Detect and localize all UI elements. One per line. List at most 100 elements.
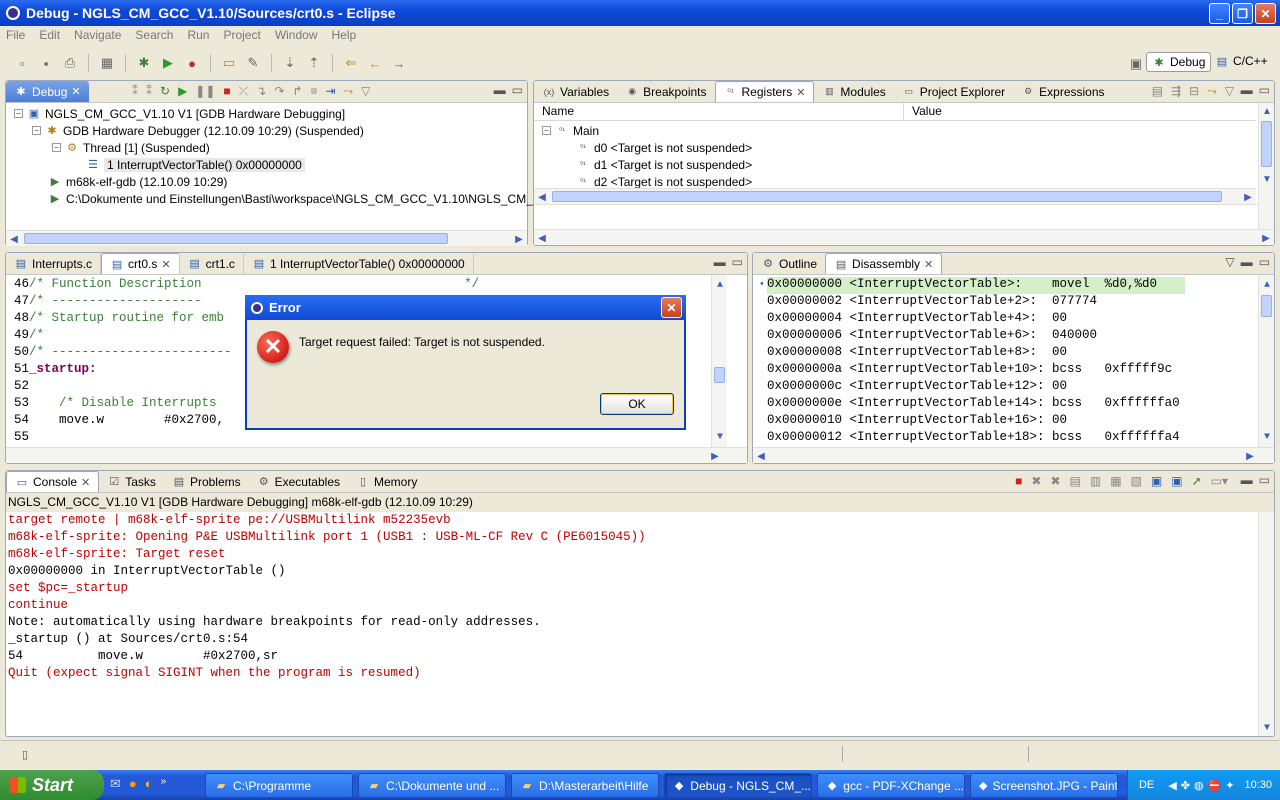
view-menu-icon[interactable]: ▽ xyxy=(1225,84,1234,99)
restore-button[interactable]: ❐ xyxy=(1232,3,1253,24)
debug-tree-node[interactable]: ▶ m68k-elf-gdb (12.10.09 10:29) xyxy=(48,173,228,190)
view-menu-icon[interactable]: ▽ xyxy=(1225,255,1234,269)
collapse-icon[interactable]: − xyxy=(32,126,41,135)
step-over-icon[interactable]: ↷ xyxy=(274,84,284,99)
menu-project[interactable]: Project xyxy=(223,28,260,42)
show-logical-structure-icon[interactable]: ⇶ xyxy=(1171,84,1181,99)
code-line[interactable]: 53 /* Disable Interrupts xyxy=(14,396,217,413)
disassembly-line[interactable]: 0x00000010 <InterruptVectorTable+16>: 00 xyxy=(767,413,1067,430)
show-stderr-icon[interactable]: ▧ xyxy=(1131,474,1142,488)
menu-run[interactable]: Run xyxy=(187,28,209,42)
tab-memory[interactable]: ▯ Memory xyxy=(348,471,425,492)
close-icon[interactable]: ✕ xyxy=(161,258,170,271)
disassembly-line[interactable]: 0x00000006 <InterruptVectorTable+6>: 040… xyxy=(767,328,1097,345)
register-row[interactable]: ⁰¹ d0 <Target is not suspended> xyxy=(576,139,752,156)
search-icon[interactable]: ✎ xyxy=(245,55,261,71)
disassembly-line[interactable]: 0x00000002 <InterruptVectorTable+2>: 077… xyxy=(767,294,1097,311)
disassembly-line[interactable]: 0x0000000a <InterruptVectorTable+10>: bc… xyxy=(767,362,1172,379)
code-line[interactable]: 54 move.w #0x2700, xyxy=(14,413,224,430)
taskbar-button[interactable]: ▰ D:\Masterarbeit\Hilfe xyxy=(511,773,659,798)
debug-tree-node[interactable]: ☰ 1 InterruptVectorTable() 0x00000000 xyxy=(86,156,305,173)
minimize-view-icon[interactable]: ▬ xyxy=(1241,473,1253,487)
ok-button[interactable]: OK xyxy=(600,393,674,415)
drop-to-frame-icon[interactable]: ≡ xyxy=(310,84,317,99)
taskbar-button[interactable]: ◆ Screenshot.JPG - Paint xyxy=(970,773,1118,798)
use-step-filters-icon[interactable]: ⤳ xyxy=(344,84,354,99)
taskbar-button[interactable]: ◆ Debug - NGLS_CM_... xyxy=(664,773,812,798)
tray-back-icon[interactable]: ◀ xyxy=(1168,779,1176,792)
code-line[interactable]: 47/* -------------------- xyxy=(14,294,202,311)
register-group-row[interactable]: − ⁰¹ Main xyxy=(542,122,599,139)
disassembly-line[interactable]: 0x0000000c <InterruptVectorTable+12>: 00 xyxy=(767,379,1067,396)
remove-all-terminated-icon[interactable]: ✖ xyxy=(1050,474,1060,488)
fast-view-icon[interactable]: ▯ xyxy=(18,747,32,761)
code-line[interactable]: 46/* Function Description */ xyxy=(14,277,479,294)
minimize-view-icon[interactable]: ▬ xyxy=(1241,255,1253,269)
tab-modules[interactable]: ▥ Modules xyxy=(814,81,893,102)
code-line[interactable]: 51_startup: xyxy=(14,362,97,379)
code-line[interactable]: 48/* Startup routine for emb xyxy=(14,311,224,328)
horizontal-scrollbar[interactable]: ▶ xyxy=(6,447,747,463)
editor-tab[interactable]: ▤ 1 InterruptVectorTable() 0x00000000 xyxy=(244,253,474,274)
open-console-icon[interactable]: ➚ xyxy=(1192,474,1202,488)
close-icon[interactable]: ✕ xyxy=(81,476,90,489)
collapse-icon[interactable]: − xyxy=(14,109,23,118)
code-line[interactable]: 49/* xyxy=(14,328,44,345)
instruction-stepping-icon[interactable]: ⇥ xyxy=(325,84,335,99)
debug-tree-node[interactable]: − ✱ GDB Hardware Debugger (12.10.09 10:29)… xyxy=(32,122,364,139)
debug-tree-node[interactable]: ▶ C:\Dokumente und Einstellungen\Basti\wo… xyxy=(48,190,595,207)
console-menu-icon[interactable]: ▭▾ xyxy=(1211,474,1228,488)
maximize-view-icon[interactable]: ▭ xyxy=(512,83,523,97)
remove-all-icon[interactable]: ⁑ xyxy=(146,84,152,99)
open-perspective-icon[interactable]: ▣ xyxy=(1128,56,1144,72)
disassembly-line[interactable]: 0x0000000e <InterruptVectorTable+14>: bc… xyxy=(767,396,1180,413)
run-icon[interactable]: ▶ xyxy=(160,55,176,71)
firefox-icon[interactable]: ● xyxy=(129,776,137,792)
horizontal-scrollbar[interactable]: ◀ ▶ xyxy=(534,188,1256,204)
step-into-icon[interactable]: ↴ xyxy=(256,84,266,99)
tab-variables[interactable]: (x) Variables xyxy=(534,81,617,102)
tab-registers[interactable]: ⁰¹ Registers ✕ xyxy=(714,81,815,102)
disassembly-line[interactable]: 0x00000012 <InterruptVectorTable+18>: bc… xyxy=(767,430,1180,447)
save-icon[interactable]: ▪ xyxy=(38,55,54,71)
minimize-view-icon[interactable]: ▬ xyxy=(494,83,506,97)
tray-app-icon[interactable]: ◍ xyxy=(1194,779,1204,792)
menu-edit[interactable]: Edit xyxy=(39,28,60,42)
next-annotation-icon[interactable]: ⇣ xyxy=(282,55,298,71)
minimize-view-icon[interactable]: ▬ xyxy=(1241,83,1253,97)
language-indicator[interactable]: DE xyxy=(1139,779,1154,791)
new-icon[interactable]: ▫ xyxy=(14,55,30,71)
terminate-icon[interactable]: ■ xyxy=(1015,474,1022,488)
tab-breakpoints[interactable]: ◉ Breakpoints xyxy=(617,81,714,102)
resume-icon[interactable]: ▶ xyxy=(178,84,187,99)
editor-tab[interactable]: ▤ Interrupts.c xyxy=(6,253,102,274)
code-line[interactable]: 55 xyxy=(14,430,29,447)
close-button[interactable]: ✕ xyxy=(1255,3,1276,24)
horizontal-scrollbar[interactable]: ◀ ▶ xyxy=(6,230,527,246)
quicklaunch-icon[interactable]: ◐ xyxy=(145,776,153,792)
register-row[interactable]: ⁰¹ d1 <Target is not suspended> xyxy=(576,156,752,173)
external-tools-icon[interactable]: ● xyxy=(184,55,200,71)
disassembly-line[interactable]: 0x00000004 <InterruptVectorTable+4>: 00 xyxy=(767,311,1067,328)
remove-terminated-icon[interactable]: ⁑ xyxy=(132,84,138,99)
start-button[interactable]: Start xyxy=(0,770,104,800)
tab-outline[interactable]: ⚙ Outline xyxy=(753,253,825,274)
maximize-view-icon[interactable]: ▭ xyxy=(1259,473,1270,487)
disconnect-icon[interactable]: ⤫ xyxy=(239,84,249,99)
close-icon[interactable]: ✕ xyxy=(796,86,805,99)
back-icon[interactable]: ← xyxy=(367,55,383,71)
tab-debug[interactable]: ✱ Debug ✕ xyxy=(6,81,89,102)
outlook-icon[interactable]: ✉ xyxy=(110,776,121,792)
collapse-all-icon[interactable]: ⊟ xyxy=(1189,84,1199,99)
perspective-debug[interactable]: ✱ Debug xyxy=(1146,52,1212,72)
step-return-icon[interactable]: ↱ xyxy=(292,84,302,99)
taskbar-button[interactable]: ▰ C:\Programme xyxy=(205,773,353,798)
tab-problems[interactable]: ▤ Problems xyxy=(164,471,249,492)
maximize-view-icon[interactable]: ▭ xyxy=(732,255,743,269)
menu-file[interactable]: File xyxy=(6,28,25,42)
disassembly-line[interactable]: 0x00000000 <InterruptVectorTable>: movel… xyxy=(767,277,1185,294)
collapse-icon[interactable]: − xyxy=(52,143,61,152)
editor-tab[interactable]: ▤ crt0.s ✕ xyxy=(101,253,180,274)
tab-expressions[interactable]: ⚙ Expressions xyxy=(1013,81,1112,102)
tab-disassembly[interactable]: ▤ Disassembly ✕ xyxy=(825,253,943,274)
